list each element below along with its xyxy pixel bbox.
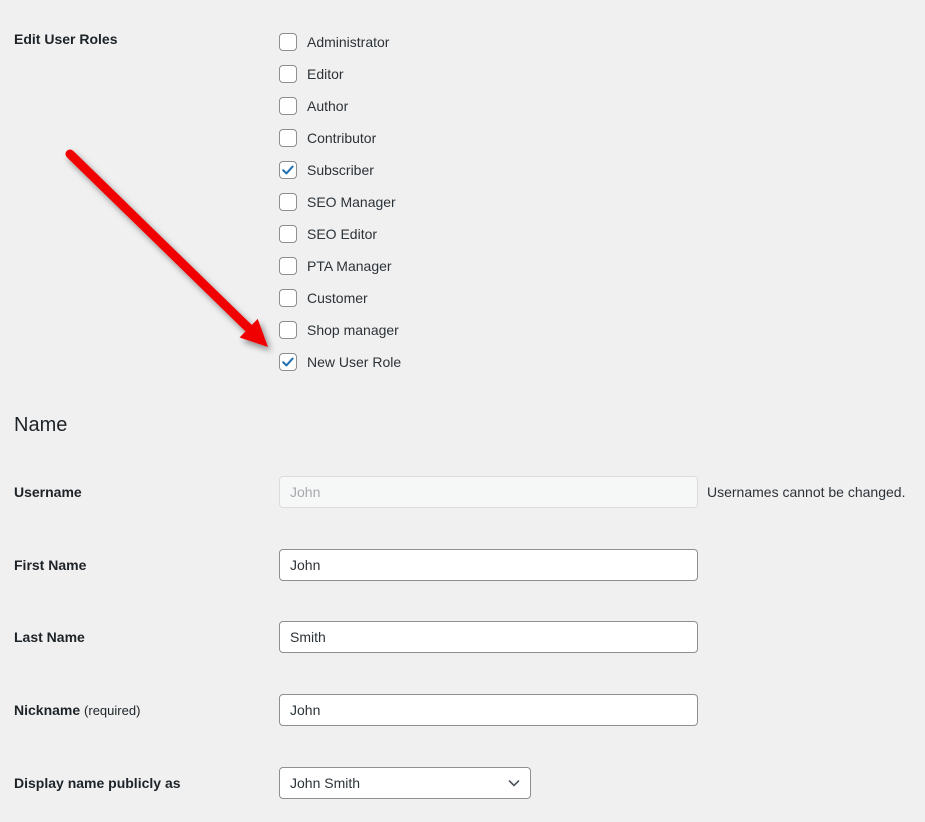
role-option-label: Shop manager (307, 322, 399, 338)
checkbox-unchecked-icon[interactable] (279, 65, 297, 83)
role-option-label: Customer (307, 290, 368, 306)
nickname-input[interactable] (279, 694, 698, 726)
first-name-label: First Name (0, 549, 279, 574)
checkbox-unchecked-icon[interactable] (279, 129, 297, 147)
checkbox-unchecked-icon[interactable] (279, 97, 297, 115)
checkbox-unchecked-icon[interactable] (279, 257, 297, 275)
role-option-label: SEO Manager (307, 194, 396, 210)
role-option-label: New User Role (307, 354, 401, 370)
display-name-selected-value: John Smith (290, 775, 360, 791)
role-option-label: SEO Editor (307, 226, 377, 242)
display-name-row: Display name publicly as John Smith (0, 767, 925, 799)
user-profile-form: Edit User Roles Administrator Editor Autho… (0, 0, 925, 822)
display-name-select[interactable]: John Smith (279, 767, 531, 799)
role-option[interactable]: Editor (279, 58, 401, 90)
checkbox-checked-icon[interactable] (279, 353, 297, 371)
role-option-label: Contributor (307, 130, 376, 146)
nickname-label: Nickname (required) (0, 694, 279, 720)
role-option[interactable]: Author (279, 90, 401, 122)
role-option[interactable]: Administrator (279, 26, 401, 58)
checkbox-unchecked-icon[interactable] (279, 33, 297, 51)
display-name-label: Display name publicly as (0, 767, 279, 792)
checkbox-unchecked-icon[interactable] (279, 193, 297, 211)
role-option[interactable]: Contributor (279, 122, 401, 154)
username-note: Usernames cannot be changed. (707, 484, 905, 500)
nickname-required-note: (required) (84, 703, 140, 718)
role-option-label: Author (307, 98, 348, 114)
role-option[interactable]: Customer (279, 282, 401, 314)
username-label: Username (0, 476, 279, 501)
last-name-label: Last Name (0, 621, 279, 646)
first-name-row: First Name (0, 549, 925, 581)
last-name-row: Last Name (0, 621, 925, 653)
edit-user-roles-row: Edit User Roles Administrator Editor Autho… (0, 26, 925, 378)
first-name-input[interactable] (279, 549, 698, 581)
checkbox-unchecked-icon[interactable] (279, 289, 297, 307)
role-option-label: Administrator (307, 34, 389, 50)
display-name-select-wrap: John Smith (279, 767, 531, 799)
role-option-label: Editor (307, 66, 344, 82)
role-option[interactable]: Subscriber (279, 154, 401, 186)
role-option[interactable]: SEO Editor (279, 218, 401, 250)
username-row: Username Usernames cannot be changed. (0, 476, 925, 508)
edit-user-roles-label: Edit User Roles (0, 26, 279, 48)
nickname-label-text: Nickname (14, 702, 80, 718)
user-roles-checkbox-list: Administrator Editor Author Contributor Subs… (279, 26, 401, 378)
nickname-row: Nickname (required) (0, 694, 925, 726)
last-name-input[interactable] (279, 621, 698, 653)
role-option-label: Subscriber (307, 162, 374, 178)
username-input (279, 476, 698, 508)
role-option[interactable]: Shop manager (279, 314, 401, 346)
checkbox-checked-icon[interactable] (279, 161, 297, 179)
role-option[interactable]: PTA Manager (279, 250, 401, 282)
role-option-label: PTA Manager (307, 258, 392, 274)
role-option[interactable]: New User Role (279, 346, 401, 378)
role-option[interactable]: SEO Manager (279, 186, 401, 218)
checkbox-unchecked-icon[interactable] (279, 225, 297, 243)
name-section-heading: Name (14, 412, 67, 438)
checkbox-unchecked-icon[interactable] (279, 321, 297, 339)
